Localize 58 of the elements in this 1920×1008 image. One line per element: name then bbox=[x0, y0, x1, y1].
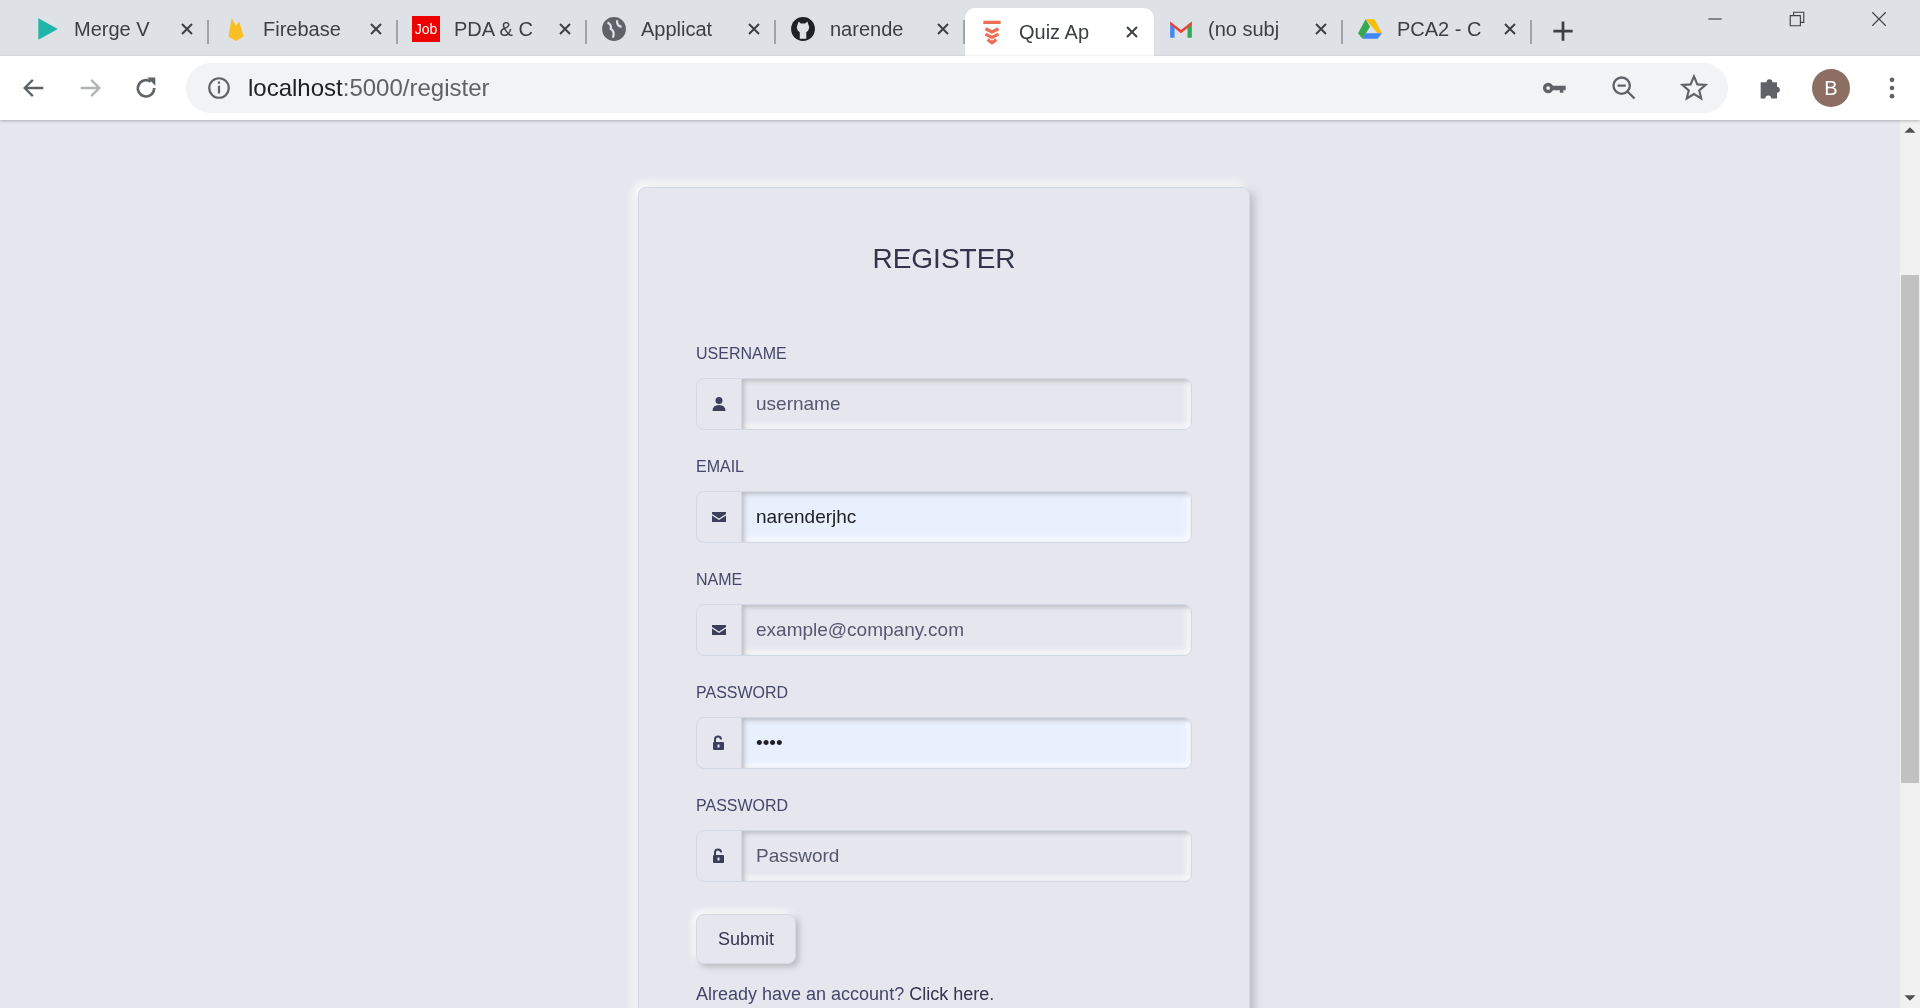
field-label: PASSWORD bbox=[696, 684, 790, 702]
cat-icon bbox=[790, 16, 816, 42]
field-label: PASSWORD bbox=[696, 797, 790, 815]
input-field[interactable]: Password bbox=[696, 830, 1192, 882]
close-icon[interactable] bbox=[1502, 21, 1518, 37]
new-tab-icon[interactable] bbox=[1552, 20, 1574, 42]
browser-tab[interactable]: Quiz Ap bbox=[965, 8, 1154, 56]
close-icon[interactable] bbox=[935, 21, 951, 37]
tab-title: Firebase bbox=[263, 17, 342, 41]
browser-tab[interactable]: Firebase bbox=[209, 8, 398, 56]
unlock-icon bbox=[711, 848, 727, 864]
star-icon[interactable] bbox=[1680, 74, 1708, 102]
globe-icon bbox=[601, 16, 627, 42]
scrollbar-thumb[interactable] bbox=[1901, 275, 1919, 783]
user-icon bbox=[711, 396, 727, 412]
profile-avatar[interactable]: B bbox=[1812, 69, 1850, 107]
job-badge: Job bbox=[412, 16, 440, 42]
envelope-icon bbox=[711, 509, 727, 525]
browser-tab[interactable]: Merge V bbox=[20, 8, 209, 56]
info-icon bbox=[206, 75, 232, 101]
browser-tab[interactable]: narende bbox=[776, 8, 965, 56]
tab-title: narende bbox=[830, 17, 905, 41]
address-bar[interactable]: localhost:5000/register bbox=[186, 63, 1728, 113]
field-label: USERNAME bbox=[696, 345, 788, 363]
login-link[interactable]: Click here bbox=[909, 984, 990, 1004]
input-field[interactable]: username bbox=[696, 378, 1192, 430]
close-icon[interactable] bbox=[179, 21, 195, 37]
scrollbar[interactable] bbox=[1900, 120, 1920, 1008]
browser-tab[interactable]: Job PDA & C bbox=[398, 8, 587, 56]
field-label: EMAIL bbox=[696, 458, 745, 476]
close-icon[interactable] bbox=[1124, 24, 1140, 40]
tab-title: PDA & C bbox=[454, 17, 534, 41]
browser-tab[interactable]: PCA2 - C bbox=[1343, 8, 1532, 56]
close-icon[interactable] bbox=[746, 21, 762, 37]
login-prompt: Already have an account? Click here. bbox=[696, 984, 995, 1005]
submit-button[interactable]: Submit bbox=[696, 914, 796, 964]
restore-icon[interactable] bbox=[1788, 10, 1806, 28]
tab-title: Merge V bbox=[74, 17, 151, 41]
input-field[interactable]: narenderjhc bbox=[696, 491, 1192, 543]
browser-tab[interactable]: (no subj bbox=[1154, 8, 1343, 56]
close-icon[interactable] bbox=[1313, 21, 1329, 37]
close-icon[interactable] bbox=[1870, 10, 1888, 28]
zoom-out-icon[interactable] bbox=[1610, 74, 1638, 102]
close-icon[interactable] bbox=[557, 21, 573, 37]
input-field[interactable]: example@company.com bbox=[696, 604, 1192, 656]
input-field[interactable]: •••• bbox=[696, 717, 1192, 769]
tab-title: (no subj bbox=[1208, 17, 1281, 41]
unlock-icon bbox=[711, 735, 727, 751]
drive-icon bbox=[1357, 16, 1383, 42]
tab-title: Quiz Ap bbox=[1019, 20, 1091, 44]
form-title: REGISTER bbox=[872, 243, 1016, 275]
browser-tab[interactable]: Applicat bbox=[587, 8, 776, 56]
close-icon[interactable] bbox=[368, 21, 384, 37]
url-text: localhost:5000/register bbox=[248, 74, 490, 102]
field-label: NAME bbox=[696, 571, 744, 589]
tab-title: Applicat bbox=[641, 17, 714, 41]
tab-title: PCA2 - C bbox=[1397, 17, 1483, 41]
envelope-icon bbox=[711, 622, 727, 638]
